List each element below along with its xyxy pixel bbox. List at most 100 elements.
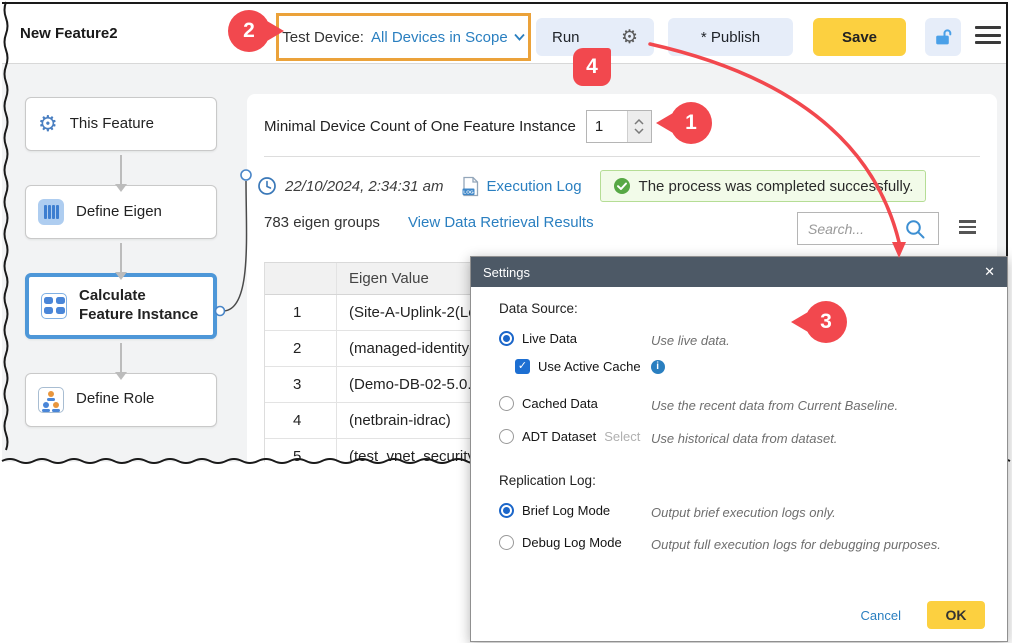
hamburger-menu-icon[interactable] (975, 26, 1001, 49)
callout-number: 2 (243, 19, 255, 42)
settings-dialog-titlebar[interactable]: Settings ✕ (471, 257, 1007, 287)
svg-text:LOG: LOG (464, 189, 475, 195)
role-people-icon (38, 386, 64, 413)
execution-timestamp: 22/10/2024, 2:34:31 am (285, 177, 444, 195)
minimal-device-count-label: Minimal Device Count of One Feature Inst… (264, 118, 576, 135)
log-file-icon: LOG (462, 176, 479, 196)
unlock-icon (936, 29, 952, 45)
checkbox-checked-icon[interactable]: ✓ (515, 359, 530, 374)
checkbox-use-active-cache[interactable]: ✓ Use Active Cache i (515, 359, 665, 374)
chevron-down-icon (514, 33, 525, 41)
callout-badge-3: 3 (805, 301, 847, 343)
stepper-spin-buttons[interactable] (626, 111, 651, 142)
settings-dialog: Settings ✕ Data Source: Live Data Use li… (470, 256, 1008, 642)
radio-brief-log-mode[interactable]: Brief Log Mode (499, 503, 610, 518)
save-button[interactable]: Save (813, 18, 906, 56)
radio-icon[interactable] (499, 535, 514, 550)
radio-icon[interactable] (499, 429, 514, 444)
spin-up-icon (634, 119, 644, 125)
replication-log-section-label: Replication Log: (499, 473, 596, 488)
callout-number: 3 (820, 310, 832, 333)
close-icon[interactable]: ✕ (984, 264, 995, 280)
callout-badge-4: 4 (573, 48, 611, 86)
adt-dataset-description: Use historical data from dataset. (651, 431, 838, 446)
callout-badge-2: 2 (228, 10, 270, 52)
search-icon[interactable] (904, 218, 926, 240)
clock-icon (258, 177, 276, 195)
spin-down-icon (634, 128, 644, 134)
screenshot-stage: New Feature2 Test Device: All Devices in… (0, 0, 1012, 643)
radio-icon-selected[interactable] (499, 331, 514, 346)
row-index: 3 (265, 367, 337, 402)
sidebar-step-this-feature[interactable]: ⚙ This Feature (25, 97, 217, 151)
test-device-label: Test Device: (282, 28, 364, 46)
debug-log-description: Output full execution logs for debugging… (651, 537, 941, 552)
sidebar-step-define-role[interactable]: Define Role (25, 372, 217, 427)
test-device-highlight-box: Test Device: All Devices in Scope (276, 13, 531, 61)
cached-data-description: Use the recent data from Current Baselin… (651, 398, 899, 413)
radio-icon-selected[interactable] (499, 503, 514, 518)
callout-number: 4 (586, 55, 598, 78)
radio-adt-dataset[interactable]: ADT Dataset Select (499, 429, 640, 444)
dialog-footer: Cancel OK (861, 601, 985, 629)
test-device-value: All Devices in Scope (370, 28, 508, 46)
view-data-retrieval-results-link[interactable]: View Data Retrieval Results (408, 214, 594, 231)
instance-grid-icon (41, 292, 67, 319)
callout-number: 1 (685, 111, 697, 134)
step-label: This Feature (69, 114, 154, 132)
radio-icon[interactable] (499, 396, 514, 411)
radio-debug-log-mode[interactable]: Debug Log Mode (499, 535, 622, 550)
search-input[interactable] (808, 220, 904, 237)
step-label: Calculate Feature Instance (79, 287, 199, 323)
row-index: 4 (265, 403, 337, 438)
row-index: 5 (265, 439, 337, 462)
success-message-text: The process was completed successfully. (638, 177, 914, 195)
eigen-groups-count: 783 eigen groups (264, 214, 380, 231)
radio-label: ADT Dataset (522, 429, 597, 444)
radio-cached-data[interactable]: Cached Data (499, 396, 598, 411)
publish-button-label: * Publish (700, 28, 761, 46)
run-settings-gear-icon[interactable]: ⚙ (621, 28, 638, 47)
feature-flow-sidebar: ⚙ This Feature Define Eigen Calculate Fe… (25, 97, 217, 427)
minimal-device-count-stepper[interactable]: 1 (585, 110, 652, 143)
radio-label: Cached Data (522, 396, 598, 411)
table-menu-icon[interactable] (959, 220, 976, 237)
publish-button[interactable]: * Publish (668, 18, 793, 56)
feature-gear-icon: ⚙ (38, 111, 58, 136)
flow-arrow-down-icon (115, 155, 127, 192)
test-device-dropdown[interactable]: All Devices in Scope (371, 29, 525, 46)
save-button-label: Save (841, 28, 878, 46)
unlock-button[interactable] (925, 18, 961, 56)
radio-label: Brief Log Mode (522, 503, 611, 518)
adt-select-link[interactable]: Select (604, 429, 640, 444)
settings-dialog-title: Settings (483, 264, 530, 280)
info-icon[interactable]: i (650, 359, 665, 374)
row-index: 2 (265, 331, 337, 366)
minimal-device-count-row: Minimal Device Count of One Feature Inst… (264, 110, 652, 143)
eigen-groups-row: 783 eigen groups View Data Retrieval Res… (264, 214, 594, 231)
radio-live-data[interactable]: Live Data (499, 331, 577, 346)
radio-label: Debug Log Mode (522, 535, 622, 550)
execution-status-row: 22/10/2024, 2:34:31 am LOG Execution Log… (257, 168, 927, 204)
radio-label: Live Data (522, 331, 577, 346)
flow-arrow-down-icon (115, 342, 127, 380)
eigen-bars-icon (38, 199, 64, 225)
callout-badge-1: 1 (670, 102, 712, 144)
execution-log-link[interactable]: Execution Log (486, 178, 581, 195)
sidebar-step-calculate-feature-instance[interactable]: Calculate Feature Instance (25, 273, 217, 339)
sidebar-step-define-eigen[interactable]: Define Eigen (25, 185, 217, 239)
ok-button[interactable]: OK (927, 601, 985, 629)
brief-log-description: Output brief execution logs only. (651, 505, 836, 520)
table-header-index (265, 263, 337, 294)
live-data-description: Use live data. (651, 333, 730, 348)
step-label: Define Eigen (76, 202, 162, 220)
stepper-value: 1 (594, 118, 604, 135)
cancel-button[interactable]: Cancel (861, 608, 901, 623)
data-source-section-label: Data Source: (499, 301, 578, 316)
section-divider (264, 156, 980, 157)
run-button-label: Run (552, 28, 580, 46)
page-title: New Feature2 (20, 25, 118, 42)
top-toolbar: New Feature2 Test Device: All Devices in… (2, 4, 1006, 64)
success-message-box: The process was completed successfully. (599, 170, 927, 202)
search-box[interactable] (797, 212, 939, 245)
